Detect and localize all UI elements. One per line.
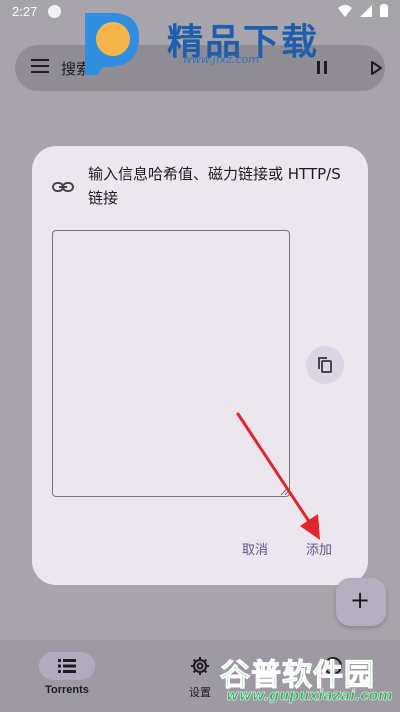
- paste-button[interactable]: [306, 346, 344, 384]
- p-logo-icon: [85, 13, 140, 75]
- signal-icon: [360, 4, 372, 17]
- add-fab-button[interactable]: +: [336, 578, 386, 626]
- watermark-bottom-url: www.gupuxiazai.com: [226, 688, 393, 705]
- plus-icon: +: [350, 586, 371, 614]
- watermark-logo-top: 精品下载 www.jfxz.com: [75, 5, 345, 75]
- play-icon[interactable]: [368, 60, 384, 76]
- link-icon: [52, 182, 74, 192]
- annotation-arrow: [236, 412, 320, 540]
- list-icon: [58, 659, 76, 673]
- menu-icon[interactable]: [31, 59, 49, 77]
- status-time: 2:27: [12, 4, 38, 19]
- dialog-title: 输入信息哈希值、磁力链接或 HTTP/S 链接: [88, 165, 341, 207]
- battery-icon: [380, 4, 388, 17]
- watermark-url: www.jfxz.com: [183, 53, 259, 66]
- nav-indicator: [39, 652, 95, 680]
- gear-icon: [191, 657, 209, 675]
- system-icons: [338, 4, 388, 17]
- nav-label-torrents: Torrents: [45, 684, 89, 696]
- nav-item-torrents[interactable]: Torrents: [17, 648, 117, 708]
- watermark-logo-bottom: 谷普软件园 www.gupuxiazai.com: [220, 650, 400, 712]
- copy-icon: [318, 357, 332, 373]
- notification-icon: [48, 5, 61, 18]
